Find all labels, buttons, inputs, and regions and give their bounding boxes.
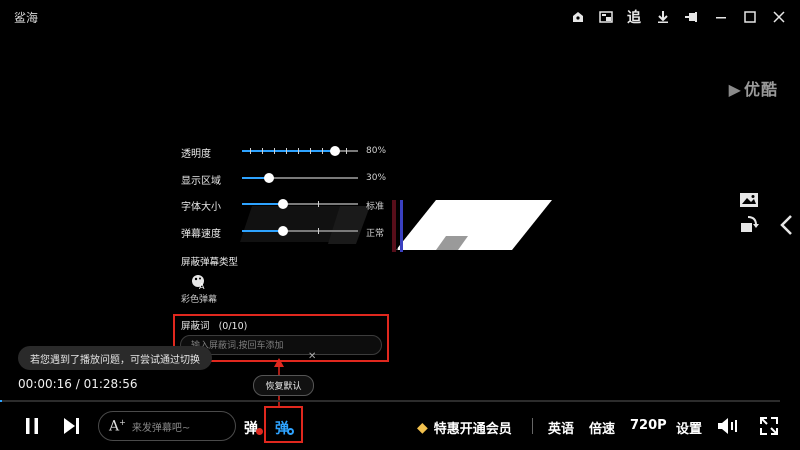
playback-hint-toast: 若您遇到了播放问题，可尝试通过切换 [18,346,212,370]
display-area-value: 30% [366,173,387,183]
download-icon[interactable] [654,8,672,26]
youku-watermark: ▶ 优酷 [728,80,778,99]
block-type-label: 屏蔽弹幕类型 [181,257,239,268]
youku-logo-icon: ▶ [728,80,742,99]
hint-close-button[interactable]: ✕ [308,351,316,362]
fullscreen-button[interactable] [757,414,781,438]
color-danmaku-label: 彩色弹幕 [181,295,218,305]
font-size-value: 标准 [366,202,385,212]
settings-button[interactable]: 设置 [676,418,702,437]
svg-text:A: A [199,282,205,290]
divider [532,418,533,434]
vip-upgrade-button[interactable]: ◆ 特惠开通会员 [417,418,512,438]
fullscreen-icon [760,417,778,435]
speed-label: 弹幕速度 [181,229,221,240]
follow-icon[interactable]: 追 [625,8,643,26]
volume-button[interactable] [716,414,740,438]
display-area-label: 显示区域 [181,176,221,187]
block-words-title: 屏蔽词 (0/10) [181,321,248,332]
pin-icon[interactable] [683,8,701,26]
rotate-icon[interactable] [740,215,760,237]
display-area-slider[interactable] [242,173,358,183]
progress-bar[interactable] [0,400,780,402]
opacity-slider-knob[interactable] [330,146,340,156]
display-area-slider-knob[interactable] [264,173,274,183]
text-style-icon[interactable]: A+ [109,418,126,435]
danmaku-send-input[interactable]: A+ 来发弹幕吧~ [98,411,236,441]
opacity-slider[interactable] [242,146,358,156]
side-panel-chevron-left-icon[interactable] [779,214,793,240]
progress-fill [0,400,3,402]
next-episode-button[interactable] [60,414,84,438]
maximize-icon[interactable] [741,8,759,26]
danmaku-speed-slider-knob[interactable] [278,226,288,236]
skip-next-icon [64,418,79,434]
close-icon[interactable] [770,8,788,26]
opacity-label: 透明度 [181,149,211,160]
opacity-value: 80% [366,146,387,156]
volume-icon [718,418,737,434]
quality-button[interactable]: 720P [630,418,667,433]
language-button[interactable]: 英语 [548,418,574,437]
danmaku-toggle-button[interactable]: 弹 [244,418,263,438]
pause-button[interactable] [20,414,44,438]
app-title: 鲨海 [14,11,39,25]
diamond-icon: ◆ [417,419,428,436]
font-size-slider-knob[interactable] [278,199,288,209]
font-size-slider[interactable] [242,199,358,209]
playback-speed-button[interactable]: 倍速 [589,418,615,437]
minimize-icon[interactable] [712,8,730,26]
danmaku-speed-slider[interactable] [242,226,358,236]
home-icon[interactable] [569,8,587,26]
picture-in-picture-icon[interactable] [597,8,615,26]
playback-time: 00:00:16 / 01:28:56 [18,377,138,391]
font-size-label: 字体大小 [181,202,221,213]
screenshot-icon[interactable] [739,192,759,212]
pause-icon [26,418,38,434]
restore-default-button[interactable]: 恢复默认 [253,375,314,396]
color-danmaku-icon[interactable]: A [191,274,207,291]
danmaku-settings-button[interactable]: 弹 [275,418,294,438]
danmaku-speed-value: 正常 [366,229,385,239]
